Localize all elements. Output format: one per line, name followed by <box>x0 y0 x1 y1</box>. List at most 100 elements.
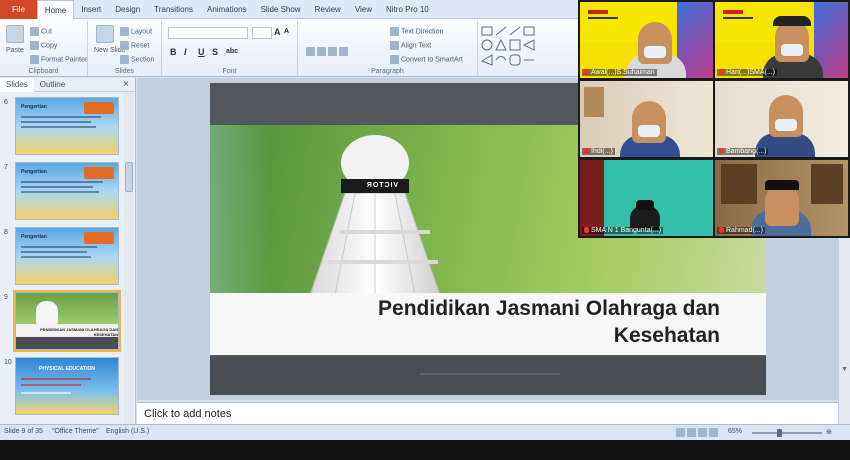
shadow-button[interactable]: abc <box>226 48 238 55</box>
slide-thumbnail[interactable]: Pengertian <box>15 227 119 285</box>
align-right-icon <box>328 47 337 56</box>
slide-thumbnail[interactable]: Pengertian <box>15 97 119 155</box>
bold-button[interactable]: B <box>170 47 177 57</box>
tab-animations[interactable]: Animations <box>200 0 254 19</box>
face-mask <box>775 119 797 131</box>
bookshelf <box>811 164 843 204</box>
slide-number: 6 <box>4 99 8 106</box>
participant-tile[interactable]: Ihdi(...) <box>580 81 713 157</box>
slideshow-view-icon[interactable] <box>709 428 718 437</box>
tab-view[interactable]: View <box>348 0 379 19</box>
bookshelf <box>721 164 757 204</box>
fit-slide-icon[interactable]: ⊕ <box>826 428 832 436</box>
layout-icon <box>120 27 129 36</box>
panel-scrollbar[interactable] <box>124 92 134 424</box>
thumb-text-line <box>21 246 97 248</box>
underline-button[interactable]: U <box>198 47 205 57</box>
font-name-box[interactable] <box>168 27 248 39</box>
participant-name-text: SMA N 1 Bangunta(...) <box>591 227 662 234</box>
sorter-view-icon[interactable] <box>687 428 696 437</box>
participant-tile[interactable]: Hari(...)SMA(...) <box>715 2 848 78</box>
tab-transitions[interactable]: Transitions <box>147 0 200 19</box>
convert-smartart-button[interactable]: Convert to SmartArt <box>390 55 463 64</box>
zoom-slider[interactable] <box>752 429 822 437</box>
font-size-box[interactable] <box>252 27 272 39</box>
notes-pane[interactable]: Click to add notes <box>137 402 838 424</box>
scroll-thumb[interactable] <box>125 162 133 192</box>
participant-name: Awal(...)S.Suhaiman <box>582 69 657 76</box>
panel-tabs: Slides Outline × <box>0 77 135 92</box>
tab-outline[interactable]: Outline <box>34 78 71 92</box>
participant-name: Rahmad(...) <box>717 227 765 234</box>
new-slide-icon <box>96 25 114 43</box>
thumb-text-line <box>21 256 91 258</box>
theme-name: "Office Theme" <box>52 428 99 435</box>
participant-tile[interactable]: Rahmad(...) <box>715 160 848 236</box>
shuttle-brand: VICTOR <box>365 182 399 189</box>
participant-tile[interactable]: SMA N 1 Bangunta(...) <box>580 160 713 236</box>
slide-thumbnail-selected[interactable]: PENDIDIKAN JASMANI OLAHRAGA DAN KESEHATA… <box>13 290 121 352</box>
shapes-gallery[interactable] <box>480 25 576 69</box>
zoom-level[interactable]: 65% <box>728 428 742 435</box>
slide-thumb-row[interactable]: 10 PHYSICAL EDUCATION <box>0 357 124 417</box>
reading-view-icon[interactable] <box>698 428 707 437</box>
scroll-down-icon[interactable]: ▼ <box>841 366 849 374</box>
thumb-text-line <box>21 181 103 183</box>
tab-file[interactable]: File <box>0 0 37 19</box>
thumb-ornament <box>84 167 114 179</box>
slide-title[interactable]: Pendidikan Jasmani Olahraga dan Kesehata… <box>280 295 720 349</box>
cut-button[interactable]: Cut <box>30 27 52 36</box>
format-painter-button[interactable]: Format Painter <box>30 55 87 64</box>
grow-font-button[interactable]: A <box>274 27 281 37</box>
reset-button[interactable]: Reset <box>120 41 149 50</box>
text-direction-button[interactable]: Text Direction <box>390 27 443 36</box>
thumb-text-line <box>21 378 91 380</box>
slide-thumb-row[interactable]: 7 Pengertian <box>0 162 124 222</box>
section-button[interactable]: Section <box>120 55 154 64</box>
thumb-title: PENDIDIKAN JASMANI OLAHRAGA DAN KESEHATA… <box>40 327 118 337</box>
face-mask <box>644 46 666 58</box>
tab-home[interactable]: Home <box>36 0 75 19</box>
paste-button[interactable]: Paste <box>6 47 24 54</box>
slides-group: New Slide Layout Reset Section Slides <box>88 21 162 76</box>
slides-panel: Slides Outline × 6 Pengertian 7 Pengerti… <box>0 77 136 424</box>
strikethrough-button[interactable]: S <box>212 47 218 57</box>
participant-tile[interactable]: Bambang(...) <box>715 81 848 157</box>
tab-design[interactable]: Design <box>108 0 147 19</box>
normal-view-icon[interactable] <box>676 428 685 437</box>
view-buttons[interactable] <box>676 428 720 437</box>
drawing-group <box>478 21 578 76</box>
mic-muted-icon <box>719 148 724 155</box>
align-text-button[interactable]: Align Text <box>390 41 431 50</box>
align-buttons[interactable] <box>306 47 350 56</box>
tab-slides[interactable]: Slides <box>0 77 34 92</box>
participant-face <box>765 184 799 226</box>
footer-line <box>420 373 560 375</box>
slide-thumbnail[interactable]: Pengertian <box>15 162 119 220</box>
tab-insert[interactable]: Insert <box>74 0 108 19</box>
participant-tile[interactable]: Awal(...)S.Suhaiman <box>580 2 713 78</box>
font-label: Font <box>222 68 237 75</box>
banner-mark <box>588 10 608 14</box>
copy-button[interactable]: Copy <box>30 41 57 50</box>
tab-slide-show[interactable]: Slide Show <box>254 0 308 19</box>
thumb-ornament <box>84 232 114 244</box>
italic-button[interactable]: I <box>184 47 187 57</box>
paragraph-label: Paragraph <box>371 68 404 75</box>
language-indicator[interactable]: English (U.S.) <box>106 428 149 435</box>
close-icon[interactable]: × <box>123 79 129 90</box>
slide-thumbnail[interactable]: PHYSICAL EDUCATION <box>15 357 119 415</box>
mic-muted-icon <box>584 227 589 234</box>
layout-button[interactable]: Layout <box>120 27 152 36</box>
slide-thumb-row-selected[interactable]: 9 PENDIDIKAN JASMANI OLAHRAGA DAN KESEHA… <box>0 290 124 352</box>
tab-review[interactable]: Review <box>308 0 348 19</box>
slide-thumb-row[interactable]: 8 Pengertian <box>0 227 124 287</box>
zoom-slider-thumb[interactable] <box>777 429 782 437</box>
slide-thumb-row[interactable]: 6 Pengertian <box>0 97 124 157</box>
shuttlecock-thumb <box>36 301 58 325</box>
slide-number: 8 <box>4 229 8 236</box>
brush-icon <box>30 55 39 64</box>
reset-icon <box>120 41 129 50</box>
tab-nitro[interactable]: Nitro Pro 10 <box>379 0 436 19</box>
shrink-font-button[interactable]: A <box>284 28 289 35</box>
